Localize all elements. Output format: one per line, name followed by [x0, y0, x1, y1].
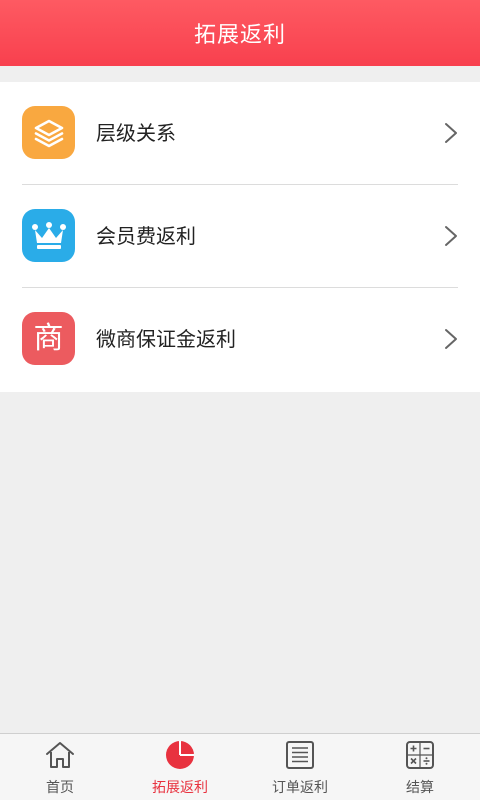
tab-order-rebate[interactable]: 订单返利	[240, 734, 360, 800]
tab-settlement[interactable]: 结算	[360, 734, 480, 800]
header-bar: 拓展返利	[0, 0, 480, 66]
menu-item-label: 层级关系	[96, 121, 176, 145]
tab-home[interactable]: 首页	[0, 734, 120, 800]
page-title: 拓展返利	[193, 23, 286, 48]
menu-item-membership-rebate[interactable]: 会员费返利	[0, 185, 480, 288]
calculator-icon	[406, 741, 434, 769]
menu-list: 层级关系 会员费返利 商 微商保证金返利	[0, 82, 480, 392]
home-icon	[46, 742, 74, 768]
layers-icon	[22, 106, 75, 159]
menu-item-label: 微商保证金返利	[96, 327, 236, 351]
shop-icon-glyph: 商	[33, 320, 64, 356]
shop-icon: 商	[22, 312, 75, 365]
tab-label: 订单返利	[272, 780, 328, 796]
tab-expand-rebate[interactable]: 拓展返利	[120, 734, 240, 800]
list-icon	[286, 741, 314, 769]
menu-item-deposit-rebate[interactable]: 商 微商保证金返利	[0, 288, 480, 391]
crown-icon	[22, 209, 75, 262]
tab-label: 首页	[46, 780, 74, 796]
chevron-right-icon	[445, 226, 457, 246]
menu-item-label: 会员费返利	[96, 224, 196, 248]
bottom-tab-bar: 首页 拓展返利 订单返利 结算	[0, 733, 480, 800]
tab-label: 拓展返利	[152, 780, 208, 796]
pie-chart-icon	[166, 741, 194, 769]
tab-label: 结算	[406, 780, 434, 796]
chevron-right-icon	[445, 329, 457, 349]
menu-item-hierarchy[interactable]: 层级关系	[0, 82, 480, 185]
chevron-right-icon	[445, 123, 457, 143]
